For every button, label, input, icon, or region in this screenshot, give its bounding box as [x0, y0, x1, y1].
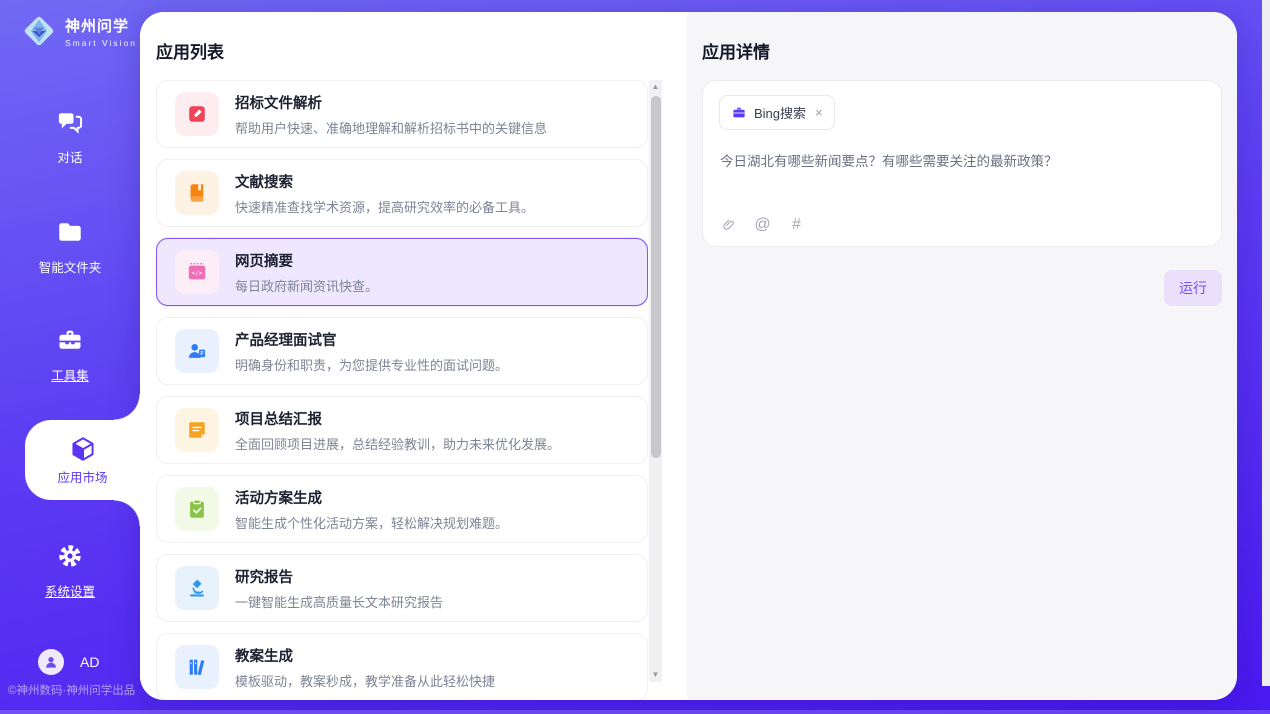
books-icon [186, 656, 208, 678]
app-card-pm-interviewer[interactable]: 产品经理面试官 明确身份和职责，为您提供专业性的面试问题。 [156, 317, 648, 385]
app-card-research-report[interactable]: 研究报告 一键智能生成高质量长文本研究报告 [156, 554, 648, 622]
toolbox-icon [56, 326, 84, 354]
brand-logo: 神州问学 Smart Vision [20, 12, 137, 50]
app-card-literature-search[interactable]: 文献搜索 快速精准查找学术资源，提高研究效率的必备工具。 [156, 159, 648, 227]
app-card-title: 活动方案生成 [235, 487, 508, 508]
sidebar-item-label: 工具集 [0, 365, 140, 384]
app-icon-box [175, 566, 219, 610]
app-list-title: 应用列表 [156, 38, 224, 63]
app-icon-box [175, 171, 219, 215]
content-surface: 应用列表 招标文件解析 帮助用户快速、准确地理解和解析招标书中的关键信息 [140, 12, 1237, 700]
at-icon[interactable]: @ [754, 216, 771, 233]
app-card-title: 文献搜索 [235, 171, 534, 192]
app-card-title: 教案生成 [235, 645, 495, 666]
list-scrollbar[interactable]: ▲ ▼ [649, 80, 662, 682]
chat-icon [56, 108, 84, 136]
svg-text:</>: </> [192, 270, 203, 277]
scroll-down-icon[interactable]: ▼ [649, 668, 662, 682]
paperclip-icon[interactable] [720, 216, 737, 233]
sidebar: 神州问学 Smart Vision 对话 智能文件夹 工具集 应用市场 [0, 0, 140, 714]
book-icon [186, 182, 208, 204]
interviewer-icon [186, 340, 208, 362]
app-card-desc: 明确身份和职责，为您提供专业性的面试问题。 [235, 355, 508, 374]
app-card-title: 产品经理面试官 [235, 329, 508, 350]
app-card-title: 网页摘要 [235, 250, 378, 271]
sidebar-item-label: 应用市场 [57, 467, 107, 486]
cube-icon [69, 435, 97, 463]
app-card-bid-document-parsing[interactable]: 招标文件解析 帮助用户快速、准确地理解和解析招标书中的关键信息 [156, 80, 648, 148]
brand-gem-icon [20, 12, 58, 50]
prompt-text[interactable]: 今日湖北有哪些新闻要点？有哪些需要关注的最新政策？ [720, 152, 1205, 172]
sidebar-item-app-market[interactable]: 应用市场 [25, 420, 140, 500]
prompt-toolbar: @ # [720, 216, 805, 233]
gear-icon [56, 542, 84, 570]
run-button[interactable]: 运行 [1164, 270, 1222, 306]
app-card-desc: 帮助用户快速、准确地理解和解析招标书中的关键信息 [235, 118, 547, 137]
avatar [38, 649, 64, 675]
app-icon-box: </> [175, 250, 219, 294]
window-gutter [1262, 0, 1270, 686]
app-detail-panel: 应用详情 Bing搜索 × 今日湖北有哪些新闻要点？有哪些需要关注的最新政策？ [687, 12, 1237, 700]
sidebar-item-label: 智能文件夹 [0, 257, 140, 276]
sidebar-item-smart-folder[interactable]: 智能文件夹 [0, 218, 140, 276]
pen-square-icon [186, 103, 208, 125]
tool-tag-bing-search[interactable]: Bing搜索 × [719, 95, 835, 130]
brand-name: 神州问学 [65, 15, 137, 36]
note-icon [186, 419, 208, 441]
app-detail-title: 应用详情 [702, 38, 770, 63]
app-card-webpage-summary[interactable]: </> 网页摘要 每日政府新闻资讯快查。 [156, 238, 648, 306]
app-card-desc: 一键智能生成高质量长文本研究报告 [235, 592, 443, 611]
app-card-title: 项目总结汇报 [235, 408, 560, 429]
app-icon-box [175, 329, 219, 373]
sidebar-item-label: 系统设置 [0, 581, 140, 600]
sidebar-item-label: 对话 [0, 147, 140, 166]
app-card-desc: 智能生成个性化活动方案，轻松解决规划难题。 [235, 513, 508, 532]
sidebar-item-settings[interactable]: 系统设置 [0, 542, 140, 600]
person-icon [43, 654, 59, 670]
app-list-panel: 应用列表 招标文件解析 帮助用户快速、准确地理解和解析招标书中的关键信息 [140, 12, 687, 700]
app-card-lesson-plan[interactable]: 教案生成 模板驱动，教案秒成，教学准备从此轻松快捷 [156, 633, 648, 700]
user-account[interactable]: AD [38, 649, 99, 675]
app-card-title: 研究报告 [235, 566, 443, 587]
app-card-desc: 全面回顾项目进展，总结经验教训，助力未来优化发展。 [235, 434, 560, 453]
folder-icon [56, 218, 84, 246]
app-card-event-plan[interactable]: 活动方案生成 智能生成个性化活动方案，轻松解决规划难题。 [156, 475, 648, 543]
copyright-text: ©神州数码·神州问学出品 [8, 682, 135, 698]
tool-tag-label: Bing搜索 [754, 103, 806, 122]
scrollbar-thumb[interactable] [651, 96, 661, 458]
app-card-desc: 快速精准查找学术资源，提高研究效率的必备工具。 [235, 197, 534, 216]
tag-close-icon[interactable]: × [815, 105, 823, 120]
sidebar-item-toolset[interactable]: 工具集 [0, 326, 140, 384]
app-card-project-summary[interactable]: 项目总结汇报 全面回顾项目进展，总结经验教训，助力未来优化发展。 [156, 396, 648, 464]
browser-code-icon: </> [186, 261, 208, 283]
briefcase-icon [731, 105, 747, 121]
app-card-desc: 模板驱动，教案秒成，教学准备从此轻松快捷 [235, 671, 495, 690]
prompt-card[interactable]: Bing搜索 × 今日湖北有哪些新闻要点？有哪些需要关注的最新政策？ @ # [702, 80, 1222, 247]
app-card-title: 招标文件解析 [235, 92, 547, 113]
hash-icon[interactable]: # [788, 216, 805, 233]
microscope-icon [186, 577, 208, 599]
user-initials: AD [80, 654, 99, 670]
app-icon-box [175, 487, 219, 531]
sidebar-item-chat[interactable]: 对话 [0, 108, 140, 166]
app-icon-box [175, 92, 219, 136]
app-icon-box [175, 645, 219, 689]
app-card-desc: 每日政府新闻资讯快查。 [235, 276, 378, 295]
brand-subtitle: Smart Vision [65, 38, 137, 48]
scroll-up-icon[interactable]: ▲ [649, 80, 662, 94]
clipboard-check-icon [186, 498, 208, 520]
window-bottom-edge [0, 710, 1270, 714]
app-icon-box [175, 408, 219, 452]
app-list: 招标文件解析 帮助用户快速、准确地理解和解析招标书中的关键信息 文献搜索 快速精… [156, 80, 648, 700]
